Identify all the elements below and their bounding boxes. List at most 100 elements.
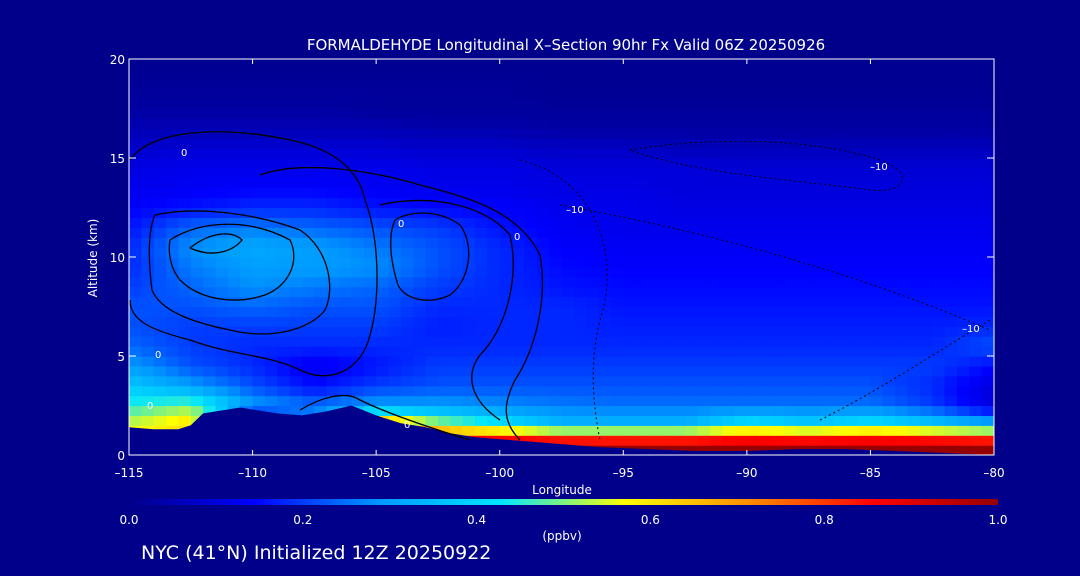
heatmap-cell <box>437 336 451 347</box>
heatmap-cell <box>648 237 661 248</box>
heatmap-cell <box>450 326 464 337</box>
heatmap-cell <box>240 148 254 159</box>
heatmap-cell <box>425 197 439 209</box>
heatmap-cell <box>598 356 612 367</box>
heatmap-cell <box>549 336 563 347</box>
heatmap-cell <box>660 266 674 278</box>
heatmap-cell <box>462 68 476 80</box>
heatmap-cell <box>858 118 872 129</box>
heatmap-cell <box>400 187 414 199</box>
heatmap-cell <box>610 356 624 367</box>
heatmap-cell <box>425 68 439 80</box>
heatmap-cell <box>215 385 229 397</box>
heatmap-cell <box>623 415 637 426</box>
heatmap-cell <box>166 365 180 377</box>
heatmap-cell <box>722 276 736 288</box>
heatmap-cell <box>944 177 958 189</box>
heatmap-cell <box>573 286 587 298</box>
heatmap-cell <box>586 266 600 278</box>
heatmap-cell <box>549 68 563 80</box>
heatmap-cell <box>981 128 994 139</box>
heatmap-cell <box>376 276 390 288</box>
heatmap-cell <box>944 148 958 159</box>
heatmap-cell <box>672 59 686 70</box>
heatmap-cell <box>413 118 427 129</box>
heatmap-cell <box>759 415 773 426</box>
heatmap-cell <box>561 59 575 70</box>
heatmap-cell <box>363 138 377 149</box>
heatmap-cell <box>783 247 797 258</box>
heatmap-cell <box>709 148 723 159</box>
heatmap-cell <box>685 78 699 90</box>
heatmap-cell <box>944 395 958 407</box>
heatmap-cell <box>413 266 427 278</box>
heatmap-cell <box>363 108 377 119</box>
heatmap-cell <box>610 415 624 426</box>
heatmap-cell <box>141 68 155 80</box>
heatmap-cell <box>648 356 661 367</box>
heatmap-cell <box>648 326 661 337</box>
heatmap-cell <box>166 138 180 149</box>
heatmap-cell <box>722 425 736 436</box>
heatmap-cell <box>870 138 884 149</box>
heatmap-cell <box>302 276 315 288</box>
heatmap-cell <box>475 148 488 159</box>
heatmap-cell <box>289 326 303 337</box>
heatmap-cell <box>573 257 587 268</box>
heatmap-cell <box>635 296 649 308</box>
heatmap-cell <box>895 286 909 298</box>
heatmap-cell <box>722 128 736 139</box>
heatmap-cell <box>870 306 884 317</box>
heatmap-cell <box>227 257 241 268</box>
heatmap-cell <box>376 148 390 159</box>
heatmap-cell <box>858 98 872 110</box>
heatmap-cell <box>437 148 451 159</box>
heatmap-cell <box>907 415 921 426</box>
heatmap-cell <box>339 197 353 209</box>
heatmap-cell <box>153 148 167 159</box>
heatmap-cell <box>166 395 180 407</box>
heatmap-cell <box>326 128 340 139</box>
heatmap-cell <box>573 425 587 436</box>
heatmap-cell <box>709 88 723 100</box>
heatmap-cell <box>264 326 278 337</box>
heatmap-cell <box>709 177 723 189</box>
heatmap-cell <box>697 78 711 90</box>
heatmap-cell <box>808 68 822 80</box>
heatmap-cell <box>870 237 884 248</box>
heatmap-cell <box>759 247 773 258</box>
heatmap-cell <box>771 148 785 159</box>
heatmap-cell <box>610 385 624 397</box>
heatmap-cell <box>610 395 624 407</box>
heatmap-cell <box>462 296 476 308</box>
heatmap-cell <box>697 375 711 387</box>
heatmap-cell <box>932 365 946 377</box>
heatmap-cell <box>734 286 748 298</box>
heatmap-cell <box>376 365 390 377</box>
heatmap-cell <box>475 88 488 100</box>
heatmap-cell <box>326 306 340 317</box>
heatmap-cell <box>882 266 896 278</box>
heatmap-cell <box>549 425 563 436</box>
contour-label: 0 <box>514 232 520 243</box>
heatmap-cell <box>549 365 563 377</box>
heatmap-cell <box>215 316 229 327</box>
heatmap-cell <box>734 336 748 347</box>
heatmap-cell <box>956 59 970 70</box>
heatmap-cell <box>437 346 451 357</box>
heatmap-cell <box>129 276 142 288</box>
heatmap-cell <box>512 59 526 70</box>
heatmap-cell <box>413 187 427 199</box>
heatmap-cell <box>425 167 439 179</box>
heatmap-cell <box>462 395 476 407</box>
heatmap-cell <box>314 59 328 70</box>
heatmap-cell <box>462 128 476 139</box>
heatmap-cell <box>499 158 513 169</box>
heatmap-cell <box>746 415 760 426</box>
heatmap-cell <box>858 257 872 268</box>
heatmap-cell <box>783 346 797 357</box>
heatmap-cell <box>536 78 550 90</box>
heatmap-cell <box>821 286 834 298</box>
heatmap-cell <box>833 217 847 228</box>
heatmap-cell <box>796 128 810 139</box>
